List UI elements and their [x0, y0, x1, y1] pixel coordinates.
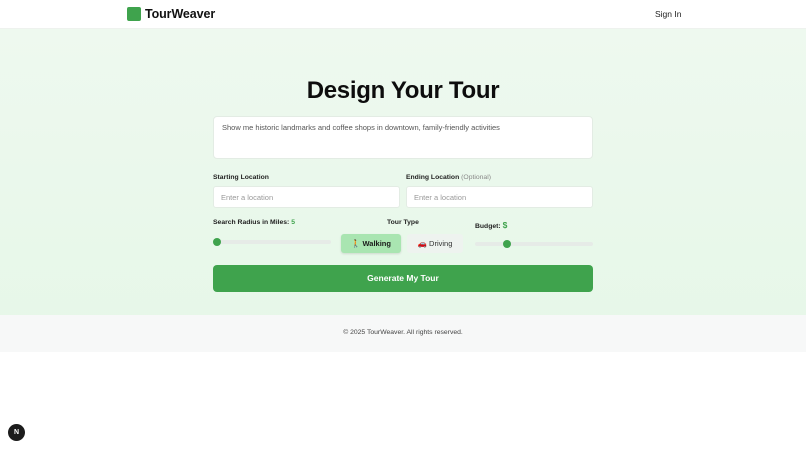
tab-walking-label: Walking [362, 239, 391, 248]
copyright-text: © 2025 TourWeaver. All rights reserved. [343, 329, 463, 336]
hero-section: Design Your Tour Show me historic landma… [0, 29, 806, 344]
ending-location-input[interactable] [406, 186, 593, 208]
tab-driving-label: Driving [429, 239, 453, 248]
search-radius-thumb[interactable] [213, 238, 221, 246]
sign-in-link[interactable]: Sign In [655, 9, 681, 19]
logo-icon[interactable] [127, 7, 141, 21]
tab-driving[interactable]: 🚗 Driving [407, 234, 463, 253]
search-radius-slider[interactable] [213, 238, 331, 246]
tab-walking[interactable]: 🚶 Walking [341, 234, 401, 253]
brand-name[interactable]: TourWeaver [145, 7, 215, 21]
tour-type-label: Tour Type [387, 219, 419, 226]
budget-label: Budget: $ [475, 220, 508, 230]
ending-location-label: Ending Location (Optional) [406, 174, 491, 181]
starting-location-label: Starting Location [213, 174, 269, 181]
radius-value: 5 [291, 219, 295, 226]
search-radius-label: Search Radius in Miles: 5 [213, 219, 295, 226]
budget-thumb[interactable] [502, 240, 511, 248]
dev-badge-icon[interactable]: N [8, 424, 25, 441]
optional-tag: (Optional) [461, 174, 491, 181]
walking-icon: 🚶 [351, 239, 361, 248]
generate-tour-button[interactable]: Generate My Tour [213, 265, 593, 292]
car-icon: 🚗 [417, 239, 427, 248]
footer: © 2025 TourWeaver. All rights reserved. [0, 315, 806, 352]
top-nav: TourWeaver Sign In [0, 0, 806, 29]
tour-prompt-input[interactable]: Show me historic landmarks and coffee sh… [213, 116, 593, 159]
page-title: Design Your Tour [306, 77, 500, 104]
budget-value: $ [502, 220, 508, 230]
budget-slider[interactable] [475, 240, 593, 248]
starting-location-input[interactable] [213, 186, 400, 208]
tour-prompt-text: Show me historic landmarks and coffee sh… [222, 123, 500, 132]
